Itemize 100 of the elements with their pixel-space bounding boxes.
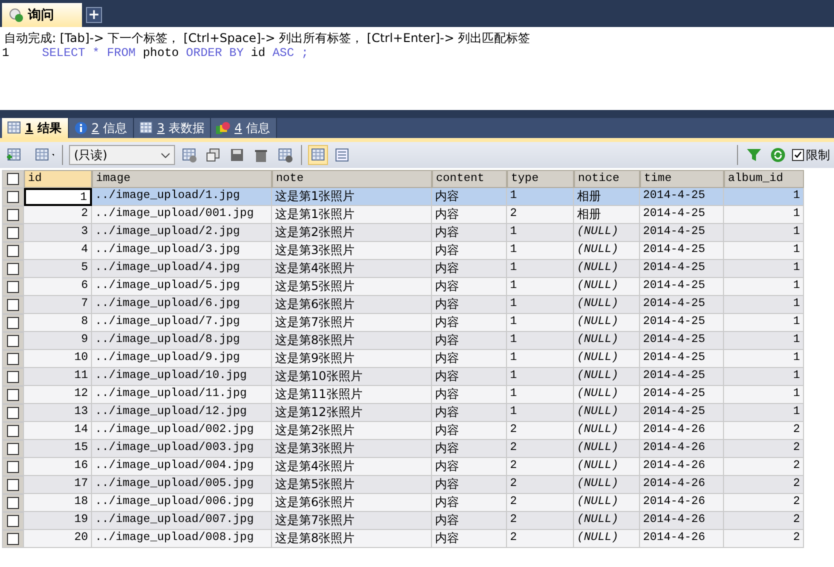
- table-cell: 1: [507, 224, 574, 242]
- limit-label[interactable]: 限制: [806, 146, 830, 164]
- table-cell: 2: [507, 206, 574, 224]
- table-cell: ../image_upload/004.jpg: [92, 458, 272, 476]
- row-checkbox[interactable]: [7, 443, 19, 455]
- sql-query[interactable]: SELECT * FROM photo ORDER BY id ASC ;: [42, 46, 308, 110]
- row-checkbox[interactable]: [7, 191, 19, 203]
- table-cell: 1: [507, 188, 574, 206]
- row-checkbox[interactable]: [7, 497, 19, 509]
- table-cell: (NULL): [574, 494, 640, 512]
- table-cell: ../image_upload/001.jpg: [92, 206, 272, 224]
- table-cell: ../image_upload/5.jpg: [92, 278, 272, 296]
- table-cell: (NULL): [574, 278, 640, 296]
- column-header[interactable]: note: [272, 170, 432, 188]
- table-cell: 2014-4-25: [640, 314, 724, 332]
- result-tab[interactable]: 4 信息: [211, 118, 277, 138]
- table-cell: 1: [724, 332, 804, 350]
- table-cell: 这是第5张照片: [272, 278, 432, 296]
- table-cell: 1: [724, 278, 804, 296]
- row-checkbox[interactable]: [7, 227, 19, 239]
- query-tab[interactable]: 询问: [2, 3, 82, 27]
- row-checkbox[interactable]: [7, 479, 19, 491]
- table-cell: 1: [507, 242, 574, 260]
- table-cell: 这是第3张照片: [272, 242, 432, 260]
- table-cell: (NULL): [574, 404, 640, 422]
- row-checkbox[interactable]: [7, 461, 19, 473]
- table-cell: ../image_upload/002.jpg: [92, 422, 272, 440]
- table-cell: (NULL): [574, 386, 640, 404]
- table-cell: 2: [724, 458, 804, 476]
- table-cell: 内容: [432, 296, 507, 314]
- row-checkbox[interactable]: [7, 281, 19, 293]
- table-cell: 2014-4-25: [640, 224, 724, 242]
- result-tab[interactable]: 3 表数据: [134, 118, 212, 138]
- table-cell: 2: [724, 530, 804, 548]
- row-checkbox[interactable]: [7, 389, 19, 401]
- table-cell: 2014-4-26: [640, 476, 724, 494]
- table-cell: 20: [24, 530, 92, 548]
- row-checkbox[interactable]: [7, 317, 19, 329]
- column-header[interactable]: album_id: [724, 170, 804, 188]
- row-checkbox[interactable]: [7, 209, 19, 221]
- table-cell: ../image_upload/005.jpg: [92, 476, 272, 494]
- column-header[interactable]: time: [640, 170, 724, 188]
- table-cell: ../image_upload/8.jpg: [92, 332, 272, 350]
- result-tab[interactable]: 2 信息: [68, 118, 134, 138]
- table-cell: 17: [24, 476, 92, 494]
- table-cell: 1: [724, 206, 804, 224]
- row-checkbox[interactable]: [7, 335, 19, 347]
- row-checkbox[interactable]: [7, 425, 19, 437]
- row-checkbox[interactable]: [7, 245, 19, 257]
- table-cell: 2014-4-25: [640, 296, 724, 314]
- row-checkbox[interactable]: [7, 533, 19, 545]
- column-header[interactable]: content: [432, 170, 507, 188]
- table-cell: 9: [24, 332, 92, 350]
- table-cell: ../image_upload/7.jpg: [92, 314, 272, 332]
- row-checkbox[interactable]: [7, 263, 19, 275]
- table-cell: ../image_upload/003.jpg: [92, 440, 272, 458]
- table-cell: 这是第10张照片: [272, 368, 432, 386]
- row-checkbox[interactable]: [7, 371, 19, 383]
- query-icon: [8, 7, 24, 23]
- table-cell: 2014-4-25: [640, 242, 724, 260]
- table-cell: (NULL): [574, 458, 640, 476]
- row-checkbox[interactable]: [7, 299, 19, 311]
- grid-icon: [310, 147, 326, 163]
- table-cell: 这是第12张照片: [272, 404, 432, 422]
- funnel-icon: [746, 147, 762, 163]
- result-tab[interactable]: 1 结果: [2, 118, 69, 138]
- row-checkbox[interactable]: [7, 353, 19, 365]
- table-cell: 1: [724, 314, 804, 332]
- grid-view-button[interactable]: [308, 145, 328, 165]
- table-cell: 1: [724, 368, 804, 386]
- table-cell: 1: [507, 314, 574, 332]
- table-cell: (NULL): [574, 530, 640, 548]
- chevron-icon: [161, 152, 170, 158]
- table-cell: 18: [24, 494, 92, 512]
- add-row-icon: [6, 147, 22, 163]
- refresh-button[interactable]: [768, 145, 788, 165]
- table-cell: 2: [507, 422, 574, 440]
- column-header[interactable]: notice: [574, 170, 640, 188]
- table-cell: (NULL): [574, 296, 640, 314]
- table-cell: 这是第8张照片: [272, 332, 432, 350]
- column-header[interactable]: id: [24, 170, 92, 188]
- new-tab-button[interactable]: +: [86, 7, 102, 23]
- column-header[interactable]: image: [92, 170, 272, 188]
- column-header[interactable]: type: [507, 170, 574, 188]
- row-checkbox[interactable]: [7, 515, 19, 527]
- add-row-icon: [181, 147, 197, 163]
- limit-checkbox[interactable]: [792, 149, 804, 161]
- table-cell: 这是第7张照片: [272, 512, 432, 530]
- table-cell: 2: [507, 440, 574, 458]
- row-checkbox[interactable]: [7, 407, 19, 419]
- table-cell: 2014-4-25: [640, 206, 724, 224]
- mode-dropdown[interactable]: (只读): [69, 145, 175, 165]
- table-cell: 内容: [432, 206, 507, 224]
- table-cell: 内容: [432, 404, 507, 422]
- table-cell: 2014-4-25: [640, 350, 724, 368]
- table-cell: 内容: [432, 278, 507, 296]
- table-cell: 2014-4-25: [640, 260, 724, 278]
- table-cell: (NULL): [574, 350, 640, 368]
- table-cell: 8: [24, 314, 92, 332]
- select-all-checkbox[interactable]: [7, 173, 19, 185]
